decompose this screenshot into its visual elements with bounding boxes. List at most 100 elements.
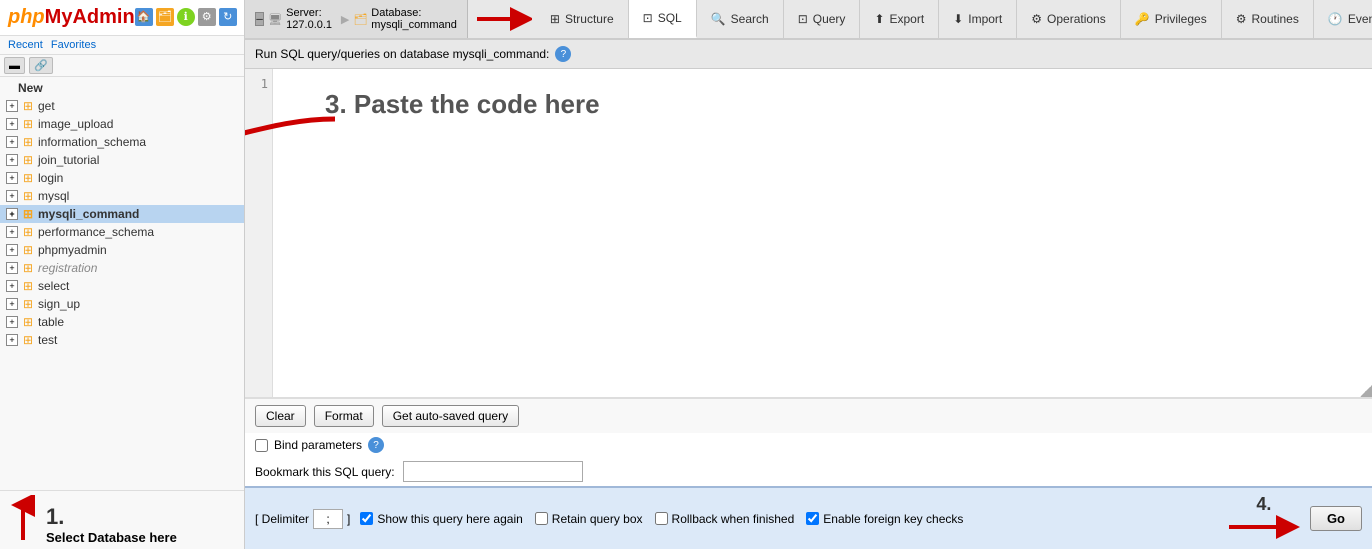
expand-icon[interactable]: + xyxy=(6,190,18,202)
expand-icon[interactable]: + xyxy=(6,154,18,166)
minimize-button[interactable]: ─ xyxy=(255,12,264,26)
refresh-icon[interactable]: ↻ xyxy=(219,8,237,26)
rollback-label: Rollback when finished xyxy=(672,512,795,526)
operations-tab-icon: ⚙ xyxy=(1031,12,1042,26)
server-label: Server: 127.0.0.1 xyxy=(286,7,337,31)
expand-icon[interactable]: + xyxy=(6,280,18,292)
resize-handle[interactable] xyxy=(1360,385,1372,397)
db-table-icon: ⊞ xyxy=(21,243,35,257)
expand-icon[interactable]: + xyxy=(6,118,18,130)
foreign-keys-checkbox[interactable] xyxy=(806,512,819,525)
export-tab-icon: ⬆ xyxy=(874,12,884,26)
footer-bar: [ Delimiter ] Show this query here again… xyxy=(245,486,1372,549)
tab-search[interactable]: 🔍 Search xyxy=(697,0,784,38)
sql-tab-icon: ⊡ xyxy=(643,11,653,25)
go-button[interactable]: Go xyxy=(1310,506,1362,531)
new-db-label: New xyxy=(18,81,43,95)
favorites-link[interactable]: Favorites xyxy=(51,39,96,51)
delimiter-input[interactable] xyxy=(313,509,343,529)
list-item[interactable]: + ⊞ test xyxy=(0,331,244,349)
new-database-item[interactable]: New xyxy=(0,79,244,97)
home-icon[interactable]: 🏠 xyxy=(135,8,153,26)
events-tab-icon: 🕐 xyxy=(1328,12,1343,26)
step-1-num: 1. xyxy=(46,504,177,530)
settings-icon[interactable]: ⚙ xyxy=(198,8,216,26)
right-arrow-icon xyxy=(472,4,532,34)
tab-export[interactable]: ⬆ Export xyxy=(860,0,939,38)
db-item-label: sign_up xyxy=(38,297,80,311)
privileges-tab-label: Privileges xyxy=(1155,12,1207,26)
info-icon[interactable]: ℹ xyxy=(177,8,195,26)
bookmark-input[interactable] xyxy=(403,461,583,482)
tab-structure[interactable]: ⊞ Structure xyxy=(536,0,629,38)
db-icon[interactable]: 🗂 xyxy=(156,8,174,26)
tab-routines[interactable]: ⚙ Routines xyxy=(1222,0,1314,38)
db-item-label: mysqli_command xyxy=(38,207,139,221)
expand-icon[interactable]: + xyxy=(6,262,18,274)
structure-tab-label: Structure xyxy=(565,12,614,26)
tab-query[interactable]: ⊡ Query xyxy=(784,0,861,38)
list-item[interactable]: + ⊞ join_tutorial xyxy=(0,151,244,169)
list-item[interactable]: + ⊞ sign_up xyxy=(0,295,244,313)
search-tab-icon: 🔍 xyxy=(711,12,726,26)
sidebar: phpMyAdmin 🏠 🗂 ℹ ⚙ ↻ 2. Recent Favorites… xyxy=(0,0,245,549)
list-item[interactable]: + ⊞ mysql xyxy=(0,187,244,205)
logo: phpMyAdmin xyxy=(8,6,135,29)
expand-icon[interactable]: + xyxy=(6,334,18,346)
expand-icon[interactable]: + xyxy=(6,172,18,184)
list-item[interactable]: + ⊞ information_schema xyxy=(0,133,244,151)
rollback-checkbox[interactable] xyxy=(655,512,668,525)
db-table-icon: ⊞ xyxy=(21,207,35,221)
list-item[interactable]: + ⊞ phpmyadmin xyxy=(0,241,244,259)
list-item[interactable]: + ⊞ table xyxy=(0,313,244,331)
retain-box-checkbox[interactable] xyxy=(535,512,548,525)
bind-parameters-checkbox[interactable] xyxy=(255,439,268,452)
expand-icon[interactable]: + xyxy=(6,100,18,112)
list-item[interactable]: + ⊞ get xyxy=(0,97,244,115)
list-item[interactable]: + ⊞ select xyxy=(0,277,244,295)
tab-events[interactable]: 🕐 Events xyxy=(1314,0,1372,38)
tab-operations[interactable]: ⚙ Operations xyxy=(1017,0,1120,38)
tab-sql[interactable]: ⊡ SQL xyxy=(629,0,697,38)
show-again-checkbox[interactable] xyxy=(360,512,373,525)
logo-bar: phpMyAdmin 🏠 🗂 ℹ ⚙ ↻ 2. xyxy=(0,0,244,36)
foreign-keys-checkbox-label[interactable]: Enable foreign key checks xyxy=(806,512,963,526)
sidebar-bottom: 1. Select Database here xyxy=(0,490,244,549)
expand-icon[interactable]: + xyxy=(6,244,18,256)
expand-icon[interactable]: + xyxy=(6,298,18,310)
expand-icon[interactable]: + xyxy=(6,226,18,238)
rollback-checkbox-label[interactable]: Rollback when finished xyxy=(655,512,795,526)
db-item-label: performance_schema xyxy=(38,225,154,239)
list-item[interactable]: + ⊞ performance_schema xyxy=(0,223,244,241)
collapse-btn[interactable]: ▬ xyxy=(4,57,25,74)
get-auto-saved-button[interactable]: Get auto-saved query xyxy=(382,405,519,427)
tab-import[interactable]: ⬇ Import xyxy=(939,0,1017,38)
list-item[interactable]: + ⊞ image_upload xyxy=(0,115,244,133)
list-item[interactable]: + ⊞ login xyxy=(0,169,244,187)
active-database-item[interactable]: + ⊞ mysqli_command xyxy=(0,205,244,223)
sidebar-nav: Recent Favorites xyxy=(0,36,244,55)
bind-parameters-help-icon[interactable]: ? xyxy=(368,437,384,453)
clear-button[interactable]: Clear xyxy=(255,405,306,427)
show-again-checkbox-label[interactable]: Show this query here again xyxy=(360,512,522,526)
db-table-icon: ⊞ xyxy=(21,153,35,167)
db-item-label: phpmyadmin xyxy=(38,243,107,257)
tab-privileges[interactable]: 🔑 Privileges xyxy=(1121,0,1222,38)
bind-parameters-label[interactable]: Bind parameters xyxy=(274,438,362,452)
db-item-label: get xyxy=(38,99,55,113)
import-tab-icon: ⬇ xyxy=(953,12,963,26)
recent-link[interactable]: Recent xyxy=(8,39,43,51)
link-btn[interactable]: 🔗 xyxy=(29,57,53,74)
expand-icon[interactable]: + xyxy=(6,208,18,220)
retain-box-checkbox-label[interactable]: Retain query box xyxy=(535,512,643,526)
expand-icon[interactable]: + xyxy=(6,136,18,148)
db-table-icon: ⊞ xyxy=(21,135,35,149)
footer-checkboxes: Show this query here again Retain query … xyxy=(360,512,1214,526)
format-button[interactable]: Format xyxy=(314,405,374,427)
help-icon[interactable]: ? xyxy=(555,46,571,62)
expand-icon[interactable]: + xyxy=(6,316,18,328)
list-item[interactable]: + ⊞ registration xyxy=(0,259,244,277)
sql-header-text: Run SQL query/queries on database mysqli… xyxy=(255,47,549,61)
foreign-keys-label: Enable foreign key checks xyxy=(823,512,963,526)
sql-textarea[interactable] xyxy=(273,69,1372,397)
